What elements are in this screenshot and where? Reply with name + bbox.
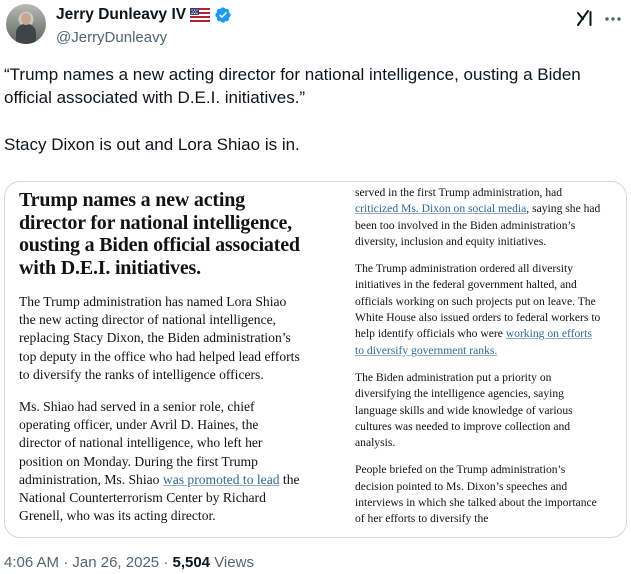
avatar-figure-head <box>21 13 31 25</box>
tweet-text: “Trump names a new acting director for n… <box>4 63 624 156</box>
more-options-icon[interactable] <box>603 10 623 28</box>
grok-icon[interactable] <box>575 8 595 28</box>
tweet-quote-text: “Trump names a new acting director for n… <box>4 65 581 107</box>
article-paragraph: Ms. Shiao had served in a senior role, c… <box>19 398 301 525</box>
article-screenshot-image[interactable]: Trump names a new acting director for na… <box>4 181 627 538</box>
article-link: was promoted to lead <box>162 471 280 487</box>
author-name[interactable]: Jerry Dunleavy IV <box>56 6 186 24</box>
views-label: Views <box>214 554 254 571</box>
article-paragraph: The Trump administration ordered all div… <box>355 261 603 359</box>
article-paragraph: The Trump administration has named Lora … <box>19 294 300 382</box>
author-handle[interactable]: @JerryDunleavy <box>56 29 167 46</box>
tweet-time[interactable]: 4:06 AM <box>4 554 59 571</box>
article-headline: Trump names a new acting director for na… <box>19 189 300 279</box>
avatar[interactable] <box>6 4 46 44</box>
article-text: served in the first Trump administration… <box>355 186 563 199</box>
meta-separator: · <box>163 554 169 571</box>
meta-separator: · <box>63 554 69 571</box>
author-name-row: Jerry Dunleavy IV <box>56 6 232 24</box>
verified-badge-icon[interactable] <box>214 6 232 24</box>
article-left-column: Trump names a new acting director for na… <box>19 189 301 525</box>
tweet-date[interactable]: Jan 26, 2025 <box>72 554 159 571</box>
article-paragraph: The Biden administration put a priority … <box>355 370 573 450</box>
article-paragraph: served in the first Trump administration… <box>355 185 603 250</box>
tweet-metadata: 4:06 AM · Jan 26, 2025 · 5,504 Views <box>4 554 254 571</box>
avatar-figure-body <box>16 24 36 44</box>
article-right-column: served in the first Trump administration… <box>355 185 603 537</box>
article-link: criticized Ms. Dixon on social media <box>355 202 527 216</box>
tweet-header: Jerry Dunleavy IV @JerryDunleavy <box>6 4 625 50</box>
us-flag-icon <box>190 8 211 22</box>
article-paragraph: People briefed on the Trump administrati… <box>355 463 597 526</box>
views-count: 5,504 <box>172 554 211 571</box>
tweet-comment-text: Stacy Dixon is out and Lora Shiao is in. <box>4 135 300 154</box>
